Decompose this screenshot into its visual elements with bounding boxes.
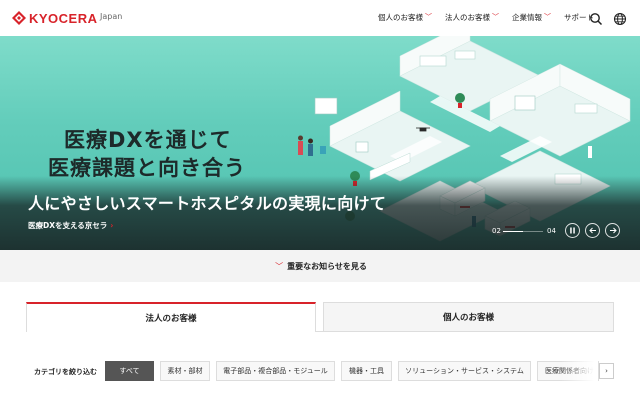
kyocera-logo[interactable]: KYOCERA [12,10,98,26]
kyocera-logo-mark-icon [12,11,26,25]
chip-label: 機器・工具 [349,367,384,375]
search-icon[interactable] [589,11,603,26]
category-chip-all[interactable]: すべて [105,361,154,381]
chip-label: すべて [119,367,140,375]
category-scroll-next-button[interactable]: › [599,363,614,379]
notice-label: 重要なお知らせを見る [287,261,367,271]
chevron-right-icon: › [605,367,608,375]
pause-button[interactable] [565,223,580,238]
chevron-down-icon: ﹀ [544,12,551,21]
nav-item-personal[interactable]: 個人のお客様 ﹀ [378,12,432,23]
chip-label: 素材・部材 [167,367,203,375]
global-nav: 個人のお客様 ﹀ 法人のお客様 ﹀ 企業情報 ﹀ サポート [378,12,607,23]
chip-label: ソリューション・サービス・システム [405,367,524,375]
tab-personal[interactable]: 個人のお客様 [323,302,614,332]
pause-icon [570,227,575,234]
globe-icon[interactable] [613,11,627,26]
brand-name: KYOCERA [29,10,98,26]
nav-item-label: 法人のお客様 [445,13,490,22]
category-chip-materials[interactable]: 素材・部材 [160,361,210,381]
chevron-down-icon: ﹀ [275,261,284,271]
nav-item-business[interactable]: 法人のお客様 ﹀ [445,12,499,23]
nav-item-company[interactable]: 企業情報 ﹀ [512,12,551,23]
category-chip-electronic-components[interactable]: 電子部品・複合部品・モジュール [216,361,335,381]
category-chip-equipment[interactable]: 機器・工具 [341,361,392,381]
hero-link[interactable]: 医療DXを支える京セラ › [28,220,113,231]
prev-icon [588,227,596,234]
tab-business[interactable]: 法人のお客様 [26,302,316,332]
chevron-right-icon: › [110,221,114,230]
chip-scroll-fade [560,360,598,382]
hero-title-line1: 医療DXを通じて [64,128,232,152]
nav-item-label: 企業情報 [512,13,542,22]
next-slide-button[interactable] [605,223,620,238]
category-filter-label: カテゴリを絞り込む [34,368,97,376]
hero-carousel[interactable]: 医療DXを通じて 医療課題と向き合う 人にやさしいスマートホスピタルの実現に向け… [0,36,640,250]
region-label: Japan [100,12,123,21]
chevron-down-icon: ﹀ [492,12,499,21]
slide-current: 02 [492,227,501,235]
hero-headline[interactable]: 人にやさしいスマートホスピタルの実現に向けて [28,190,386,214]
chip-label: 電子部品・複合部品・モジュール [223,367,328,375]
prev-slide-button[interactable] [585,223,600,238]
site-header: KYOCERA Japan 個人のお客様 ﹀ 法人のお客様 ﹀ 企業情報 ﹀ サポート [0,0,640,36]
slide-progress-fill [503,231,523,232]
important-notice-toggle[interactable]: ﹀ 重要なお知らせを見る [0,250,640,282]
category-chip-solutions[interactable]: ソリューション・サービス・システム [398,361,531,381]
tab-label: 法人のお客様 [145,314,197,324]
chevron-down-icon: ﹀ [425,12,432,21]
hero-title-line2: 医療課題と向き合う [48,156,246,180]
hero-link-label: 医療DXを支える京セラ [28,221,108,230]
nav-item-label: 個人のお客様 [378,13,423,22]
tab-label: 個人のお客様 [442,313,494,323]
slide-total: 04 [547,227,556,235]
tab-active-gap [27,331,315,332]
next-icon [609,227,617,234]
